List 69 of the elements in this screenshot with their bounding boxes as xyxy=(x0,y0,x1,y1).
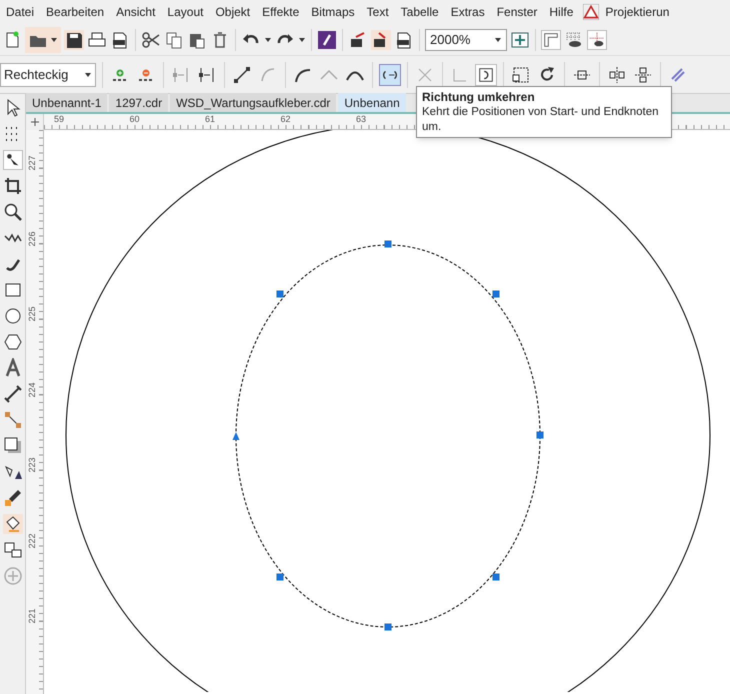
rulers-icon[interactable] xyxy=(541,30,561,50)
menu-item[interactable]: Tabelle xyxy=(394,1,445,23)
menu-item[interactable]: Effekte xyxy=(256,1,306,23)
ruler-label: 63 xyxy=(356,114,366,124)
caret-icon[interactable] xyxy=(494,36,502,44)
ellipse-icon[interactable] xyxy=(2,306,22,326)
shape-tool-icon[interactable] xyxy=(2,150,22,170)
ruler-label: 225 xyxy=(27,305,37,324)
save-icon[interactable] xyxy=(64,30,84,50)
crop-icon[interactable] xyxy=(2,176,22,196)
warning-icon[interactable] xyxy=(583,4,600,20)
menu-item[interactable]: Layout xyxy=(161,1,210,23)
menu-item[interactable]: Text xyxy=(360,1,395,23)
ruler-label: 224 xyxy=(27,380,37,400)
ruler-label: 60 xyxy=(130,114,140,124)
ruler-label: 222 xyxy=(27,532,37,550)
node-handle[interactable] xyxy=(384,240,392,248)
caret-icon[interactable] xyxy=(84,70,92,78)
menu-item[interactable]: Bitmaps xyxy=(305,1,361,23)
zoom-dropdown[interactable]: 2000% xyxy=(425,28,507,50)
node-type-dropdown[interactable]: Rechteckig xyxy=(0,62,96,86)
menu-item[interactable]: Datei xyxy=(0,1,40,23)
node-handle[interactable] xyxy=(276,290,284,298)
menu-item[interactable]: Projektierun xyxy=(603,3,670,21)
menu-item[interactable]: Hilfe xyxy=(543,1,580,23)
node-handle[interactable] xyxy=(536,432,544,438)
smart-fill-icon[interactable] xyxy=(2,540,22,560)
ruler-label: 221 xyxy=(27,607,37,626)
document-tab[interactable]: WSD_Wartungsaufkleber.cdr xyxy=(170,93,336,112)
caret-icon[interactable] xyxy=(298,36,306,44)
ruler-label: 226 xyxy=(27,230,37,248)
tooltip-description: Kehrt die Positionen von Start- und Endknoten um. xyxy=(422,105,660,135)
caret-icon[interactable] xyxy=(50,36,58,44)
copy-icon[interactable] xyxy=(164,30,184,50)
ruler-label: 223 xyxy=(27,456,37,475)
node-handle[interactable] xyxy=(492,290,500,298)
polygon-icon[interactable] xyxy=(2,332,22,352)
ruler-label: 227 xyxy=(27,154,37,173)
node-icon[interactable] xyxy=(475,64,497,86)
menu-item[interactable]: Ansicht xyxy=(110,1,162,23)
guidelines-view-icon[interactable] xyxy=(587,30,607,50)
connector-icon[interactable] xyxy=(2,410,22,430)
cut-icon[interactable] xyxy=(141,30,161,50)
node-handle[interactable] xyxy=(492,574,500,580)
ruler-label: 59 xyxy=(54,114,64,124)
menu-item[interactable]: Objekt xyxy=(209,1,256,23)
menu-item[interactable]: Bearbeiten xyxy=(40,1,110,23)
dimension-icon[interactable] xyxy=(2,384,22,404)
ruler-origin-icon[interactable] xyxy=(30,117,40,127)
zoom-icon[interactable] xyxy=(2,202,22,222)
node-handle[interactable] xyxy=(384,624,392,630)
caret-icon[interactable] xyxy=(264,36,272,44)
tooltip-title: Richtung umkehren xyxy=(422,89,536,105)
grid-view-icon[interactable] xyxy=(564,30,584,50)
document-tab[interactable]: Unbenannt-1 xyxy=(26,93,108,112)
direction-arrow-icon xyxy=(232,432,240,440)
eyedropper-icon[interactable] xyxy=(2,488,22,508)
menu-item[interactable]: Extras xyxy=(444,1,491,23)
zoom-fit-icon[interactable] xyxy=(510,30,530,50)
export-icon[interactable] xyxy=(371,30,391,50)
ruler-label: 61 xyxy=(205,114,216,124)
document-tab[interactable]: 1297.cdr xyxy=(109,93,168,112)
ruler-label: 62 xyxy=(280,114,291,124)
drop-shadow-icon[interactable] xyxy=(2,436,22,456)
fill-icon[interactable] xyxy=(2,514,22,534)
node-handle[interactable] xyxy=(276,574,284,580)
print-icon[interactable] xyxy=(87,30,107,50)
menu-item[interactable]: Fenster xyxy=(490,1,544,23)
document-tab[interactable]: Unbenann xyxy=(338,93,406,112)
